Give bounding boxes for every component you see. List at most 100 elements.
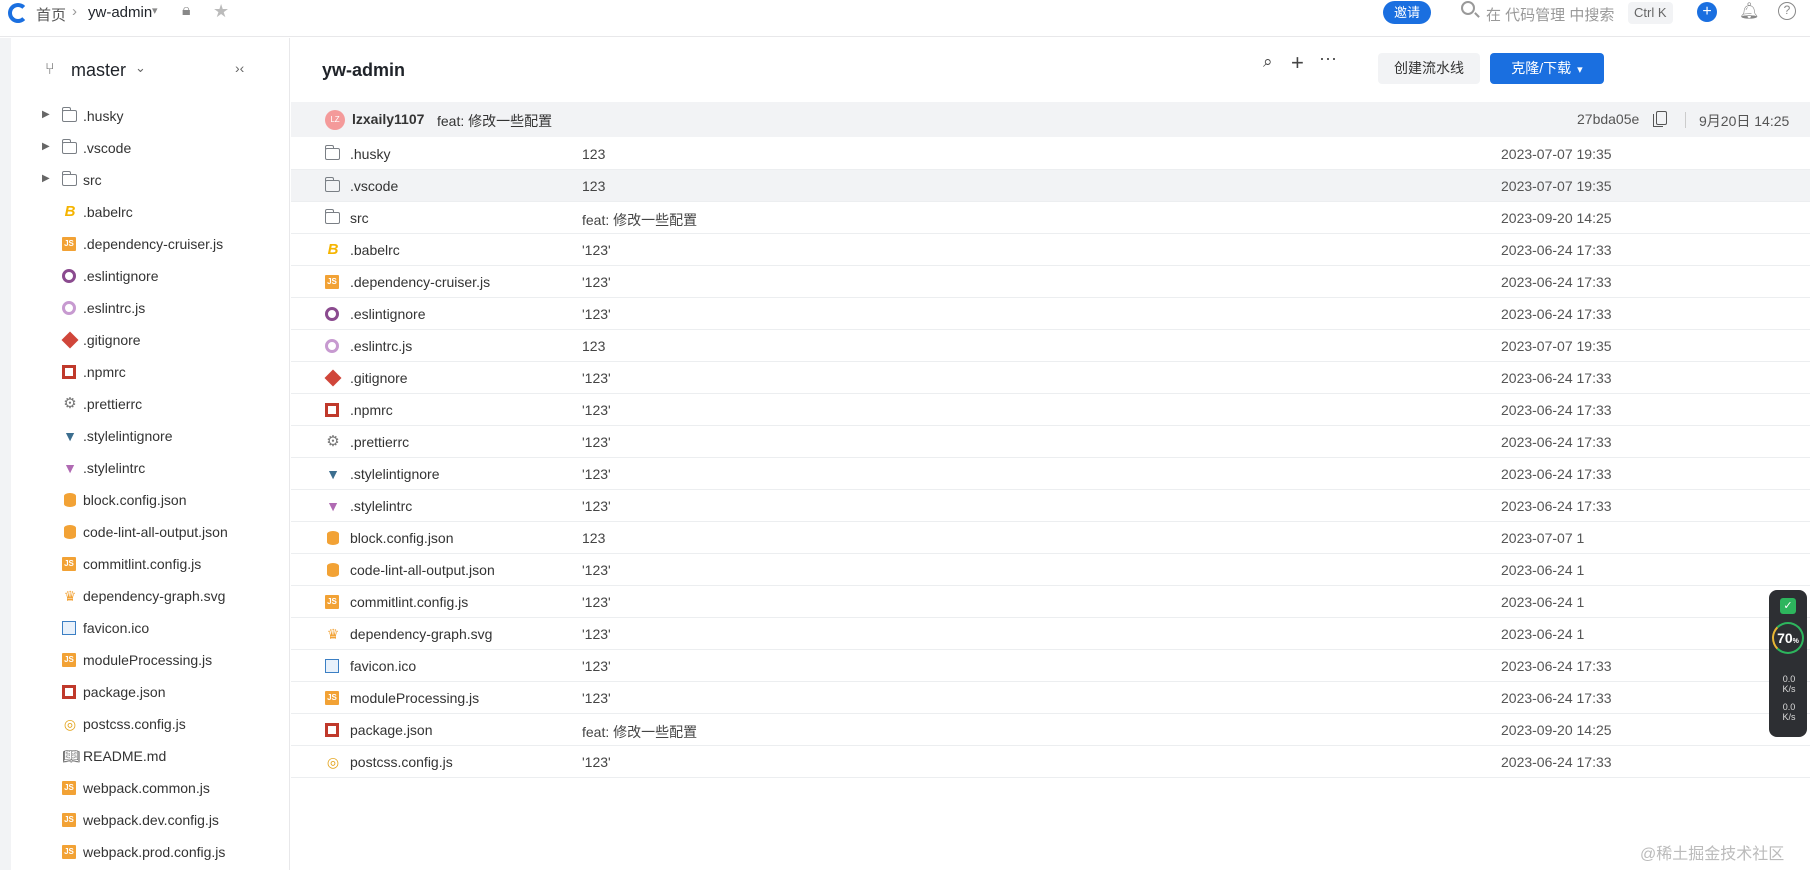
sidebar-tree-item[interactable]: JS webpack.prod.config.js (11, 837, 290, 869)
file-name[interactable]: .stylelintignore (350, 466, 440, 482)
sidebar-tree-item[interactable]: ♛ dependency-graph.svg (11, 581, 290, 613)
file-commit-message[interactable]: '123' (582, 370, 611, 386)
file-commit-message[interactable]: 123 (582, 338, 605, 354)
avatar[interactable]: LZ (325, 110, 345, 130)
file-name[interactable]: .gitignore (350, 370, 408, 386)
file-commit-message[interactable]: '123' (582, 306, 611, 322)
file-commit-message[interactable]: '123' (582, 434, 611, 450)
help-icon[interactable]: ? (1778, 2, 1796, 20)
create-plus-icon[interactable]: + (1697, 2, 1717, 22)
file-name[interactable]: block.config.json (350, 530, 454, 546)
table-row[interactable]: package.json feat: 修改一些配置 2023-09-20 14:25 (291, 714, 1810, 746)
file-name[interactable]: .dependency-cruiser.js (350, 274, 490, 290)
file-commit-message[interactable]: '123' (582, 466, 611, 482)
file-name[interactable]: favicon.ico (350, 658, 416, 674)
notification-bell-icon[interactable]: 🔔︎ (1739, 1, 1759, 21)
file-commit-message[interactable]: '123' (582, 242, 611, 258)
table-row[interactable]: .gitignore '123' 2023-06-24 17:33 (291, 362, 1810, 394)
file-commit-message[interactable]: '123' (582, 594, 611, 610)
sidebar-tree-item[interactable]: favicon.ico (11, 613, 290, 645)
file-commit-message[interactable]: '123' (582, 626, 611, 642)
sidebar-tree-item[interactable]: .gitignore (11, 325, 290, 357)
caret-right-icon[interactable]: ▶ (42, 141, 50, 152)
more-options-icon[interactable]: ··· (1319, 48, 1337, 69)
table-row[interactable]: ▼ .stylelintrc '123' 2023-06-24 17:33 (291, 490, 1810, 522)
chevron-down-icon[interactable]: ▾ (152, 4, 158, 17)
file-commit-message[interactable]: feat: 修改一些配置 (582, 722, 697, 742)
invite-button[interactable]: 邀请 (1383, 1, 1431, 24)
table-row[interactable]: JS .dependency-cruiser.js '123' 2023-06-24 … (291, 266, 1810, 298)
file-name[interactable]: package.json (350, 722, 433, 738)
table-row[interactable]: B .babelrc '123' 2023-06-24 17:33 (291, 234, 1810, 266)
sidebar-tree-item[interactable]: JS .dependency-cruiser.js (11, 229, 290, 261)
sidebar-tree-item[interactable]: B .babelrc (11, 197, 290, 229)
chevron-down-icon[interactable]: ⌄ (135, 60, 146, 76)
search-icon[interactable]: ⌕ (1263, 52, 1273, 72)
table-row[interactable]: ⚙ .prettierrc '123' 2023-06-24 17:33 (291, 426, 1810, 458)
sidebar-tree-item[interactable]: .eslintrc.js (11, 293, 290, 325)
file-commit-message[interactable]: '123' (582, 690, 611, 706)
sidebar-tree-item[interactable]: ▶ .husky (11, 101, 290, 133)
sidebar-tree-item[interactable]: JS webpack.dev.config.js (11, 805, 290, 837)
sidebar-tree-item[interactable]: package.json (11, 677, 290, 709)
table-row[interactable]: ♛ dependency-graph.svg '123' 2023-06-24 1 (291, 618, 1810, 650)
sidebar-tree-item[interactable]: ▶ .vscode (11, 133, 290, 165)
file-commit-message[interactable]: '123' (582, 562, 611, 578)
file-commit-message[interactable]: '123' (582, 754, 611, 770)
table-row[interactable]: .npmrc '123' 2023-06-24 17:33 (291, 394, 1810, 426)
table-row[interactable]: ◎ postcss.config.js '123' 2023-06-24 17:33 (291, 746, 1810, 778)
file-name[interactable]: code-lint-all-output.json (350, 562, 495, 578)
file-name[interactable]: .npmrc (350, 402, 393, 418)
commit-author[interactable]: lzxaily1107 (352, 111, 424, 127)
file-name[interactable]: .stylelintrc (350, 498, 412, 514)
file-name[interactable]: postcss.config.js (350, 754, 453, 770)
sidebar-tree-item[interactable]: .eslintignore (11, 261, 290, 293)
star-icon[interactable]: ★ (213, 1, 229, 22)
sidebar-tree-item[interactable]: JS webpack.common.js (11, 773, 290, 805)
file-name[interactable]: .husky (350, 146, 390, 162)
sidebar-tree-item[interactable]: JS commitlint.config.js (11, 549, 290, 581)
lock-icon[interactable]: 🔒︎ (182, 2, 191, 20)
table-row[interactable]: .eslintrc.js 123 2023-07-07 19:35 (291, 330, 1810, 362)
add-icon[interactable]: + (1291, 50, 1304, 76)
file-name[interactable]: commitlint.config.js (350, 594, 468, 610)
app-logo-icon[interactable] (8, 3, 28, 23)
table-row[interactable]: favicon.ico '123' 2023-06-24 17:33 (291, 650, 1810, 682)
sidebar-tree-item[interactable]: ⚙ .prettierrc (11, 389, 290, 421)
file-name[interactable]: src (350, 210, 369, 226)
sidebar-tree-item[interactable]: ▼ .stylelintignore (11, 421, 290, 453)
file-commit-message[interactable]: '123' (582, 658, 611, 674)
file-name[interactable]: .prettierrc (350, 434, 409, 450)
table-row[interactable]: .husky 123 2023-07-07 19:35 (291, 138, 1810, 170)
file-commit-message[interactable]: '123' (582, 274, 611, 290)
sidebar-tree-item[interactable]: ▼ .stylelintrc (11, 453, 290, 485)
table-row[interactable]: JS moduleProcessing.js '123' 2023-06-24 17:… (291, 682, 1810, 714)
table-row[interactable]: .eslintignore '123' 2023-06-24 17:33 (291, 298, 1810, 330)
file-name[interactable]: .babelrc (350, 242, 400, 258)
file-commit-message[interactable]: 123 (582, 178, 605, 194)
sidebar-tree-item[interactable]: ◎ postcss.config.js (11, 709, 290, 741)
sidebar-tree-item[interactable]: .npmrc (11, 357, 290, 389)
sidebar-tree-item[interactable]: block.config.json (11, 485, 290, 517)
caret-right-icon[interactable]: ▶ (42, 173, 50, 184)
create-pipeline-button[interactable]: 创建流水线 (1378, 53, 1480, 84)
sidebar-tree-item[interactable]: 📖︎ README.md (11, 741, 290, 773)
breadcrumb-home[interactable]: 首页 (36, 4, 66, 25)
breadcrumb-repo[interactable]: yw-admin (88, 4, 152, 21)
sidebar-tree-item[interactable]: JS moduleProcessing.js (11, 645, 290, 677)
file-commit-message[interactable]: 123 (582, 146, 605, 162)
system-monitor-widget[interactable]: ✓ 70% 0.0 K/s 0.0 K/s (1769, 590, 1807, 737)
table-row[interactable]: block.config.json 123 2023-07-07 1 (291, 522, 1810, 554)
clone-download-button[interactable]: 克隆/下载 ▾ (1490, 53, 1604, 84)
table-row[interactable]: JS commitlint.config.js '123' 2023-06-24 1 (291, 586, 1810, 618)
file-commit-message[interactable]: '123' (582, 498, 611, 514)
sidebar-tree-item[interactable]: code-lint-all-output.json (11, 517, 290, 549)
file-name[interactable]: dependency-graph.svg (350, 626, 492, 642)
file-name[interactable]: .eslintrc.js (350, 338, 412, 354)
copy-icon[interactable] (1653, 111, 1667, 127)
commit-message[interactable]: feat: 修改一些配置 (437, 111, 552, 131)
file-name[interactable]: .eslintignore (350, 306, 426, 322)
file-commit-message[interactable]: 123 (582, 530, 605, 546)
file-commit-message[interactable]: feat: 修改一些配置 (582, 210, 697, 230)
file-name[interactable]: moduleProcessing.js (350, 690, 479, 706)
